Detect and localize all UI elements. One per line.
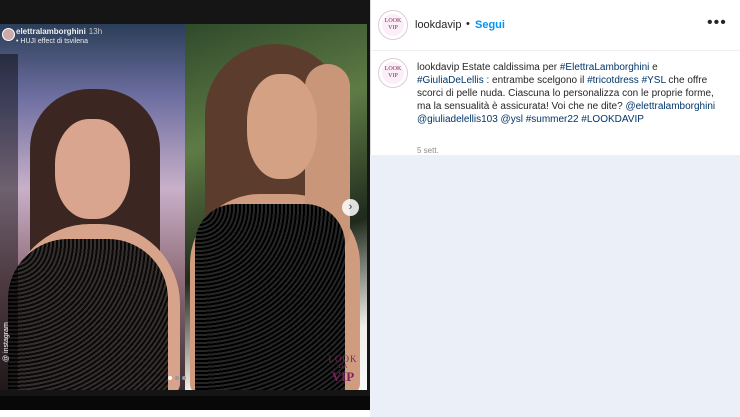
mention-link[interactable]: @ysl: [501, 114, 523, 125]
caption-segment: : entrambe scelgono il: [483, 75, 588, 86]
chevron-right-icon: ›: [348, 201, 353, 213]
carousel-dots: [168, 376, 186, 380]
lookdavip-avatar-logo: LOOK VIP: [382, 62, 404, 84]
lookdavip-logo: LOOK DA VIP: [318, 355, 368, 391]
story-effect-label: • HUJI effect di tsvilena: [16, 38, 88, 45]
post-photo: [185, 24, 367, 390]
logo-line-3: VIP: [331, 369, 355, 384]
hashtag-link[interactable]: #ElettraLamborghini: [560, 62, 650, 73]
caption-segment: Estate caldissima per: [462, 62, 560, 73]
caption-avatar[interactable]: LOOK VIP: [378, 58, 408, 88]
separator-dot: •: [466, 18, 470, 30]
media-bottom-strip: [0, 396, 370, 410]
post-media: elettralamborghini 13h • HUJI effect di t…: [0, 0, 370, 410]
story-avatar: [2, 28, 15, 41]
mention-link[interactable]: @giuliadelellis103: [417, 114, 498, 125]
caption-text: lookdavip Estate caldissima per #Elettra…: [417, 61, 717, 126]
post-side-panel: LOOK VIP lookdavip • Segui ••• LOOK VIP lo…: [370, 0, 740, 155]
hashtag-link[interactable]: #LOOKDAVIP: [581, 114, 644, 125]
more-horizontal-icon[interactable]: •••: [707, 14, 727, 32]
instagram-watermark: @ instagram: [3, 322, 10, 362]
story-photo: elettralamborghini 13h • HUJI effect di t…: [0, 24, 185, 390]
header-username[interactable]: lookdavip: [415, 19, 461, 31]
caption-segment: e: [649, 62, 658, 73]
header-avatar[interactable]: LOOK VIP: [378, 10, 408, 40]
instagram-post-screenshot: elettralamborghini 13h • HUJI effect di t…: [0, 0, 740, 417]
hashtag-link[interactable]: #tricotdress: [587, 75, 639, 86]
mention-link[interactable]: @elettralamborghini: [625, 101, 715, 112]
empty-panel-area: [370, 155, 740, 417]
story-time: 13h: [88, 27, 103, 36]
logo-line-1: LOOK: [328, 354, 358, 364]
carousel-dot: [175, 376, 179, 380]
carousel-dot: [182, 376, 186, 380]
post-header: LOOK VIP lookdavip • Segui •••: [371, 0, 740, 51]
crochet-dress-shape: [8, 239, 168, 390]
hashtag-link[interactable]: #GiuliaDeLellis: [417, 75, 484, 86]
hashtag-link[interactable]: #summer22: [526, 114, 579, 125]
face-shape: [247, 74, 317, 179]
caption-username[interactable]: lookdavip: [417, 62, 459, 73]
story-username-row: elettralamborghini 13h: [16, 27, 102, 37]
carousel-next-button[interactable]: ›: [342, 199, 359, 216]
story-username: elettralamborghini: [16, 27, 86, 36]
post-timestamp[interactable]: 5 sett.: [417, 146, 439, 155]
follow-button[interactable]: Segui: [475, 19, 505, 31]
hashtag-link[interactable]: #YSL: [642, 75, 666, 86]
face-shape: [55, 119, 130, 219]
carousel-dot: [168, 376, 172, 380]
post-caption: LOOK VIP lookdavip Estate caldissima per …: [371, 51, 740, 155]
lookdavip-avatar-logo: LOOK VIP: [382, 14, 404, 36]
